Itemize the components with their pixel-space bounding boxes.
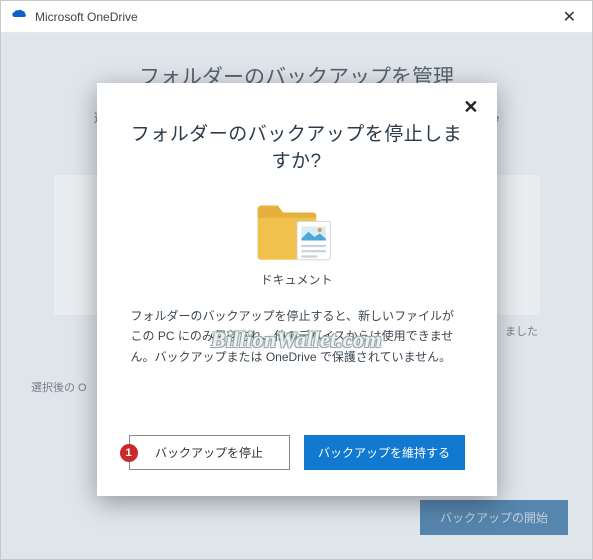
- folder-label: ドキュメント: [260, 271, 332, 288]
- window-close-button[interactable]: ✕: [557, 5, 582, 29]
- dialog-button-row: 1 バックアップを停止 バックアップを維持する: [129, 435, 465, 470]
- dialog-body-text: フォルダーのバックアップを停止すると、新しいファイルがこの PC にのみ保存され…: [129, 306, 465, 367]
- onedrive-icon: [11, 9, 27, 25]
- titlebar: Microsoft OneDrive ✕: [1, 1, 592, 33]
- keep-backup-button[interactable]: バックアップを維持する: [304, 435, 465, 470]
- documents-folder-icon: [253, 195, 341, 265]
- stop-backup-button[interactable]: 1 バックアップを停止: [129, 435, 290, 470]
- app-window: Microsoft OneDrive ✕ フォルダーのバックアップを管理 選択し…: [0, 0, 593, 560]
- keep-button-label: バックアップを維持する: [318, 446, 450, 460]
- stop-button-label: バックアップを停止: [155, 446, 263, 460]
- app-title: Microsoft OneDrive: [35, 10, 138, 24]
- step-badge: 1: [120, 444, 138, 462]
- modal-overlay: ✕ フォルダーのバックアップを停止しますか? ドキュメント フォルダーのバックア…: [1, 33, 592, 559]
- stop-backup-dialog: ✕ フォルダーのバックアップを停止しますか? ドキュメント フォルダーのバックア…: [97, 83, 497, 496]
- folder-graphic: ドキュメント: [129, 195, 465, 288]
- titlebar-left: Microsoft OneDrive: [11, 9, 138, 25]
- dialog-title: フォルダーのバックアップを停止しますか?: [129, 119, 465, 173]
- dialog-close-button[interactable]: ✕: [463, 97, 478, 118]
